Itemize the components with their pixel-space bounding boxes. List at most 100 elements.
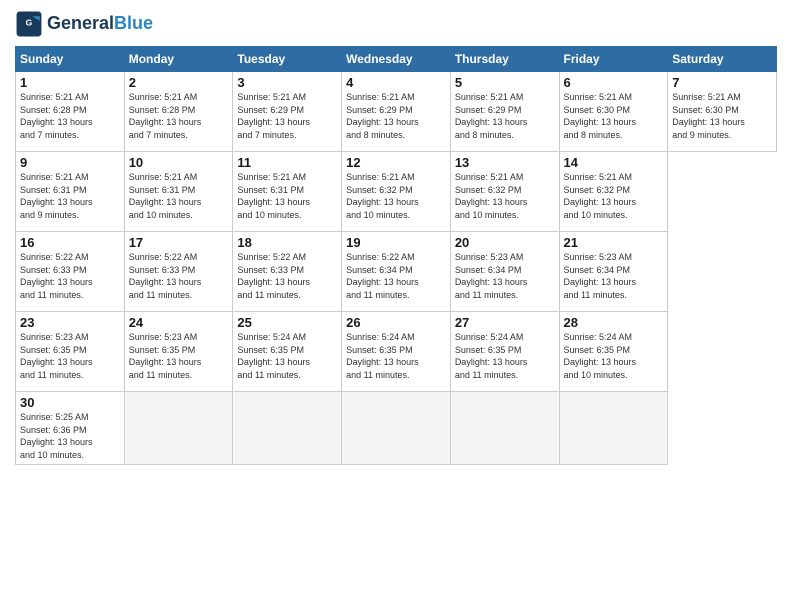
day-info: Sunrise: 5:21 AMSunset: 6:32 PMDaylight:… <box>455 171 555 221</box>
day-info: Sunrise: 5:23 AMSunset: 6:35 PMDaylight:… <box>129 331 229 381</box>
calendar-cell: 30Sunrise: 5:25 AMSunset: 6:36 PMDayligh… <box>16 392 125 465</box>
day-number: 23 <box>20 315 120 330</box>
day-info: Sunrise: 5:21 AMSunset: 6:28 PMDaylight:… <box>129 91 229 141</box>
day-info: Sunrise: 5:23 AMSunset: 6:35 PMDaylight:… <box>20 331 120 381</box>
day-info: Sunrise: 5:21 AMSunset: 6:31 PMDaylight:… <box>20 171 120 221</box>
day-info: Sunrise: 5:25 AMSunset: 6:36 PMDaylight:… <box>20 411 120 461</box>
day-number: 3 <box>237 75 337 90</box>
day-info: Sunrise: 5:21 AMSunset: 6:29 PMDaylight:… <box>455 91 555 141</box>
day-info: Sunrise: 5:23 AMSunset: 6:34 PMDaylight:… <box>455 251 555 301</box>
day-info: Sunrise: 5:22 AMSunset: 6:34 PMDaylight:… <box>346 251 446 301</box>
day-info: Sunrise: 5:21 AMSunset: 6:32 PMDaylight:… <box>564 171 664 221</box>
calendar-cell <box>124 392 233 465</box>
day-info: Sunrise: 5:24 AMSunset: 6:35 PMDaylight:… <box>237 331 337 381</box>
day-number: 9 <box>20 155 120 170</box>
calendar-cell: 26Sunrise: 5:24 AMSunset: 6:35 PMDayligh… <box>342 312 451 392</box>
logo: G GeneralBlue <box>15 10 153 38</box>
day-info: Sunrise: 5:21 AMSunset: 6:29 PMDaylight:… <box>237 91 337 141</box>
calendar-cell: 24Sunrise: 5:23 AMSunset: 6:35 PMDayligh… <box>124 312 233 392</box>
day-number: 28 <box>564 315 664 330</box>
calendar-cell: 28Sunrise: 5:24 AMSunset: 6:35 PMDayligh… <box>559 312 668 392</box>
calendar-cell: 14Sunrise: 5:21 AMSunset: 6:32 PMDayligh… <box>559 152 668 232</box>
calendar-header: SundayMondayTuesdayWednesdayThursdayFrid… <box>16 47 777 72</box>
weekday-header-tuesday: Tuesday <box>233 47 342 72</box>
day-number: 17 <box>129 235 229 250</box>
calendar-cell: 16Sunrise: 5:22 AMSunset: 6:33 PMDayligh… <box>16 232 125 312</box>
day-info: Sunrise: 5:21 AMSunset: 6:30 PMDaylight:… <box>672 91 772 141</box>
calendar-cell: 5Sunrise: 5:21 AMSunset: 6:29 PMDaylight… <box>450 72 559 152</box>
calendar-week-3: 16Sunrise: 5:22 AMSunset: 6:33 PMDayligh… <box>16 232 777 312</box>
day-number: 4 <box>346 75 446 90</box>
day-info: Sunrise: 5:21 AMSunset: 6:28 PMDaylight:… <box>20 91 120 141</box>
day-number: 20 <box>455 235 555 250</box>
day-info: Sunrise: 5:21 AMSunset: 6:29 PMDaylight:… <box>346 91 446 141</box>
calendar-cell <box>342 392 451 465</box>
day-number: 7 <box>672 75 772 90</box>
day-number: 25 <box>237 315 337 330</box>
calendar-cell: 17Sunrise: 5:22 AMSunset: 6:33 PMDayligh… <box>124 232 233 312</box>
day-info: Sunrise: 5:21 AMSunset: 6:30 PMDaylight:… <box>564 91 664 141</box>
header: G GeneralBlue <box>15 10 777 38</box>
day-number: 24 <box>129 315 229 330</box>
calendar-week-2: 9Sunrise: 5:21 AMSunset: 6:31 PMDaylight… <box>16 152 777 232</box>
calendar-cell: 2Sunrise: 5:21 AMSunset: 6:28 PMDaylight… <box>124 72 233 152</box>
weekday-header-wednesday: Wednesday <box>342 47 451 72</box>
calendar-cell: 9Sunrise: 5:21 AMSunset: 6:31 PMDaylight… <box>16 152 125 232</box>
day-number: 5 <box>455 75 555 90</box>
calendar-week-1: 1Sunrise: 5:21 AMSunset: 6:28 PMDaylight… <box>16 72 777 152</box>
calendar-cell <box>450 392 559 465</box>
weekday-header-saturday: Saturday <box>668 47 777 72</box>
day-number: 30 <box>20 395 120 410</box>
weekday-header-row: SundayMondayTuesdayWednesdayThursdayFrid… <box>16 47 777 72</box>
day-number: 2 <box>129 75 229 90</box>
logo-icon: G <box>15 10 43 38</box>
day-number: 10 <box>129 155 229 170</box>
day-number: 27 <box>455 315 555 330</box>
calendar-cell: 27Sunrise: 5:24 AMSunset: 6:35 PMDayligh… <box>450 312 559 392</box>
calendar-cell <box>233 392 342 465</box>
calendar-week-5: 30Sunrise: 5:25 AMSunset: 6:36 PMDayligh… <box>16 392 777 465</box>
calendar-cell: 13Sunrise: 5:21 AMSunset: 6:32 PMDayligh… <box>450 152 559 232</box>
day-info: Sunrise: 5:24 AMSunset: 6:35 PMDaylight:… <box>455 331 555 381</box>
calendar-body: 1Sunrise: 5:21 AMSunset: 6:28 PMDaylight… <box>16 72 777 465</box>
day-number: 14 <box>564 155 664 170</box>
calendar-cell: 19Sunrise: 5:22 AMSunset: 6:34 PMDayligh… <box>342 232 451 312</box>
calendar-week-4: 23Sunrise: 5:23 AMSunset: 6:35 PMDayligh… <box>16 312 777 392</box>
svg-text:G: G <box>26 18 33 28</box>
day-info: Sunrise: 5:21 AMSunset: 6:31 PMDaylight:… <box>129 171 229 221</box>
calendar-cell: 1Sunrise: 5:21 AMSunset: 6:28 PMDaylight… <box>16 72 125 152</box>
calendar-cell: 3Sunrise: 5:21 AMSunset: 6:29 PMDaylight… <box>233 72 342 152</box>
calendar-cell: 11Sunrise: 5:21 AMSunset: 6:31 PMDayligh… <box>233 152 342 232</box>
weekday-header-friday: Friday <box>559 47 668 72</box>
calendar-cell <box>559 392 668 465</box>
day-number: 16 <box>20 235 120 250</box>
calendar-cell: 25Sunrise: 5:24 AMSunset: 6:35 PMDayligh… <box>233 312 342 392</box>
day-number: 26 <box>346 315 446 330</box>
calendar-cell: 10Sunrise: 5:21 AMSunset: 6:31 PMDayligh… <box>124 152 233 232</box>
calendar-cell: 20Sunrise: 5:23 AMSunset: 6:34 PMDayligh… <box>450 232 559 312</box>
calendar-cell: 6Sunrise: 5:21 AMSunset: 6:30 PMDaylight… <box>559 72 668 152</box>
calendar-cell: 18Sunrise: 5:22 AMSunset: 6:33 PMDayligh… <box>233 232 342 312</box>
day-info: Sunrise: 5:21 AMSunset: 6:32 PMDaylight:… <box>346 171 446 221</box>
day-number: 1 <box>20 75 120 90</box>
day-number: 12 <box>346 155 446 170</box>
calendar-page: G GeneralBlue SundayMondayTuesdayWednesd… <box>0 0 792 612</box>
day-info: Sunrise: 5:22 AMSunset: 6:33 PMDaylight:… <box>237 251 337 301</box>
day-number: 21 <box>564 235 664 250</box>
day-number: 11 <box>237 155 337 170</box>
day-number: 13 <box>455 155 555 170</box>
calendar-cell: 21Sunrise: 5:23 AMSunset: 6:34 PMDayligh… <box>559 232 668 312</box>
logo-text: GeneralBlue <box>47 14 153 34</box>
day-info: Sunrise: 5:22 AMSunset: 6:33 PMDaylight:… <box>20 251 120 301</box>
day-info: Sunrise: 5:22 AMSunset: 6:33 PMDaylight:… <box>129 251 229 301</box>
calendar-cell: 12Sunrise: 5:21 AMSunset: 6:32 PMDayligh… <box>342 152 451 232</box>
day-info: Sunrise: 5:24 AMSunset: 6:35 PMDaylight:… <box>346 331 446 381</box>
weekday-header-sunday: Sunday <box>16 47 125 72</box>
weekday-header-thursday: Thursday <box>450 47 559 72</box>
calendar-cell: 7Sunrise: 5:21 AMSunset: 6:30 PMDaylight… <box>668 72 777 152</box>
day-number: 19 <box>346 235 446 250</box>
calendar-table: SundayMondayTuesdayWednesdayThursdayFrid… <box>15 46 777 465</box>
day-info: Sunrise: 5:21 AMSunset: 6:31 PMDaylight:… <box>237 171 337 221</box>
day-info: Sunrise: 5:23 AMSunset: 6:34 PMDaylight:… <box>564 251 664 301</box>
calendar-cell: 23Sunrise: 5:23 AMSunset: 6:35 PMDayligh… <box>16 312 125 392</box>
